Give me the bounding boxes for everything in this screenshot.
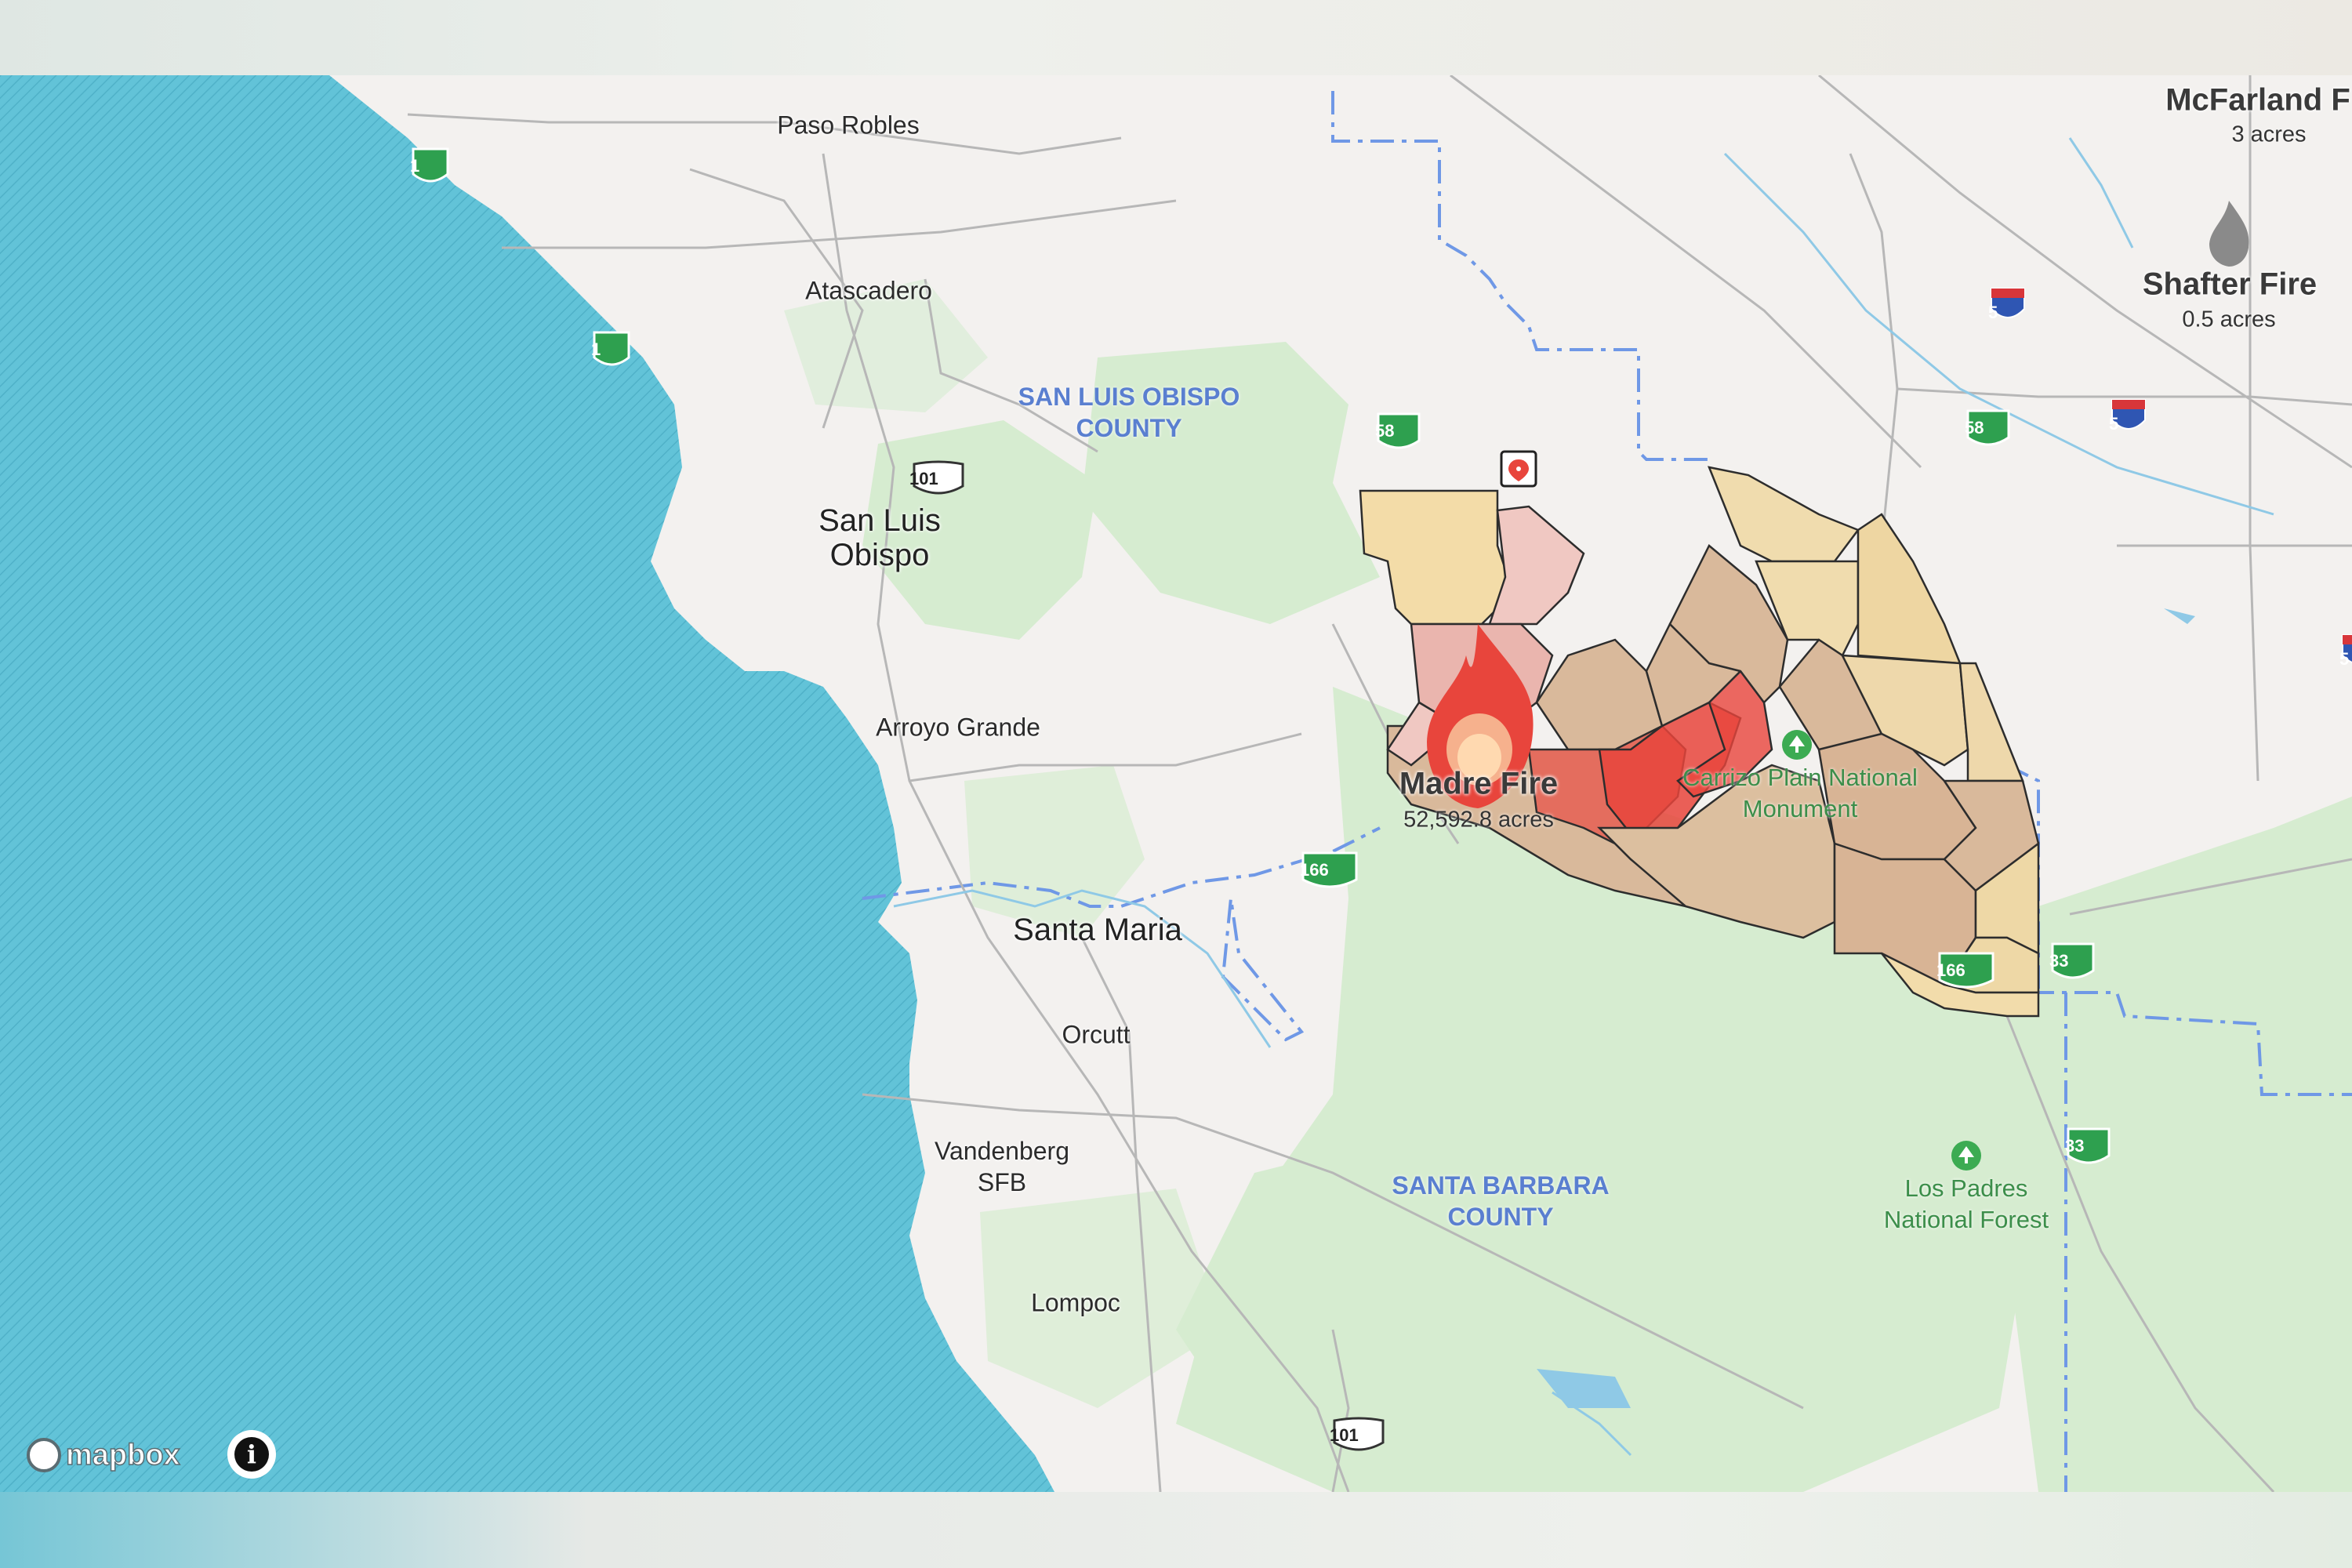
county-label-santa-barbara: SANTA BARBARA COUNTY [1392, 1171, 1610, 1231]
shafter-fire-icon[interactable] [2209, 201, 2249, 267]
park-areas [784, 279, 2352, 1492]
fire-label-madre-acres: 52,592.8 acres [1403, 807, 1554, 833]
fire-label-shafter-acres: 0.5 acres [2182, 307, 2276, 332]
mapbox-logo[interactable]: mapbox [27, 1438, 180, 1472]
fire-label-madre-name[interactable]: Madre Fire [1399, 767, 1558, 802]
city-label-san-luis-obispo: San Luis Obispo [818, 503, 941, 572]
top-band [0, 0, 2352, 75]
info-icon: i [234, 1437, 269, 1472]
tree-icon [1951, 1141, 1981, 1171]
city-label-vandenberg: Vandenberg SFB [935, 1137, 1069, 1196]
city-label-paso-robles: Paso Robles [777, 111, 920, 140]
fire-label-shafter-name[interactable]: Shafter Fire [2143, 267, 2317, 303]
city-label-santa-maria: Santa Maria [1013, 913, 1182, 947]
city-label-orcutt: Orcutt [1062, 1020, 1131, 1049]
map-view[interactable]: 1 1 58 58 166 166 33 33 101 101 5 5 [0, 75, 2352, 1492]
city-label-atascadero: Atascadero [805, 276, 932, 305]
mapbox-logo-icon [27, 1438, 61, 1472]
park-label-carrizo-plain: Carrizo Plain National Monument [1682, 764, 1918, 822]
mapbox-logo-text: mapbox [65, 1438, 180, 1472]
city-label-lompoc: Lompoc [1031, 1288, 1120, 1317]
map-pin-icon[interactable] [1500, 450, 1537, 488]
fire-label-mcfarland-name[interactable]: McFarland F [2165, 83, 2350, 118]
info-button[interactable]: i [227, 1430, 276, 1479]
county-label-san-luis-obispo: SAN LUIS OBISPO COUNTY [1018, 383, 1240, 442]
fire-label-mcfarland-acres: 3 acres [2231, 122, 2307, 147]
park-label-los-padres: Los Padres National Forest [1883, 1174, 2049, 1233]
tree-icon [1782, 730, 1812, 760]
city-label-arroyo-grande: Arroyo Grande [876, 713, 1040, 742]
bottom-band [0, 1492, 2352, 1568]
